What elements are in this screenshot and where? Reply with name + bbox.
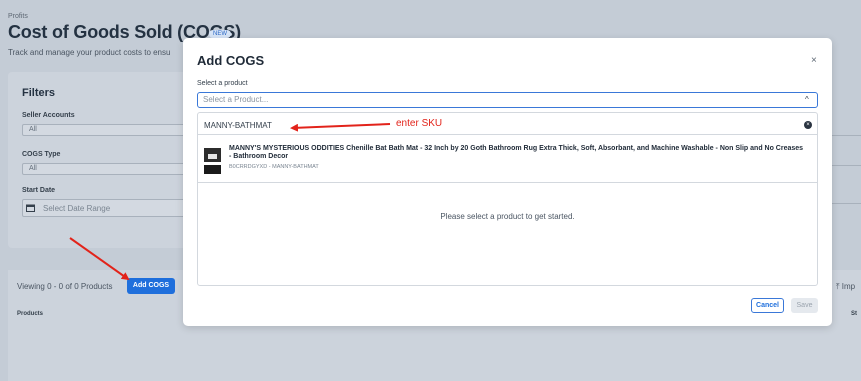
annotation-arrows: [69, 123, 391, 281]
arrow-to-add-button: [69, 237, 130, 281]
arrow-to-search: [290, 123, 391, 132]
